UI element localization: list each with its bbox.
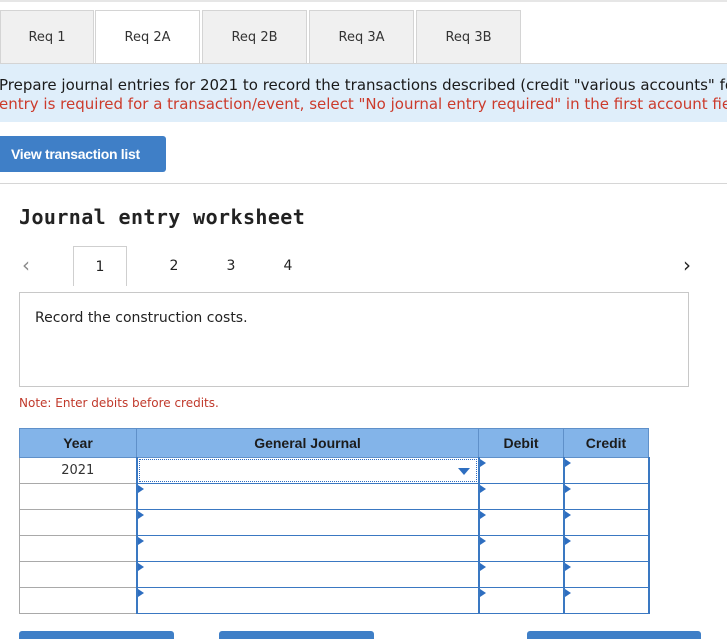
step-4[interactable]: 4: [276, 246, 300, 286]
credit-input[interactable]: [562, 535, 650, 562]
tab-label: Req 1: [28, 30, 66, 45]
tab-label: Req 2B: [231, 30, 278, 45]
table-row: [19, 509, 650, 536]
chevron-down-icon[interactable]: [457, 468, 470, 475]
table-row: [19, 587, 650, 614]
account-select[interactable]: [135, 587, 480, 614]
bottom-button-3[interactable]: [527, 631, 701, 639]
tab-req-1[interactable]: Req 1: [0, 10, 94, 64]
cell-marker-icon: [479, 537, 486, 545]
year-cell[interactable]: [19, 587, 137, 614]
tab-req-3b[interactable]: Req 3B: [416, 10, 521, 64]
cell-marker-icon: [479, 589, 486, 597]
cell-marker-icon: [137, 511, 144, 519]
debit-credit-note: Note: Enter debits before credits.: [19, 396, 219, 410]
account-select[interactable]: [135, 457, 480, 484]
tab-label: Req 3A: [338, 30, 385, 45]
account-select[interactable]: [135, 483, 480, 510]
debit-input[interactable]: [477, 509, 565, 536]
general-journal-header: General Journal: [136, 428, 479, 458]
account-select[interactable]: [135, 509, 480, 536]
cell-marker-icon: [479, 563, 486, 571]
cell-marker-icon: [479, 459, 486, 467]
tab-label: Req 2A: [124, 30, 171, 45]
instruction-line-2: entry is required for a transaction/even…: [0, 95, 727, 113]
credit-input[interactable]: [562, 587, 650, 614]
cell-marker-icon: [479, 485, 486, 493]
year-cell[interactable]: [19, 561, 137, 588]
debit-header: Debit: [478, 428, 564, 458]
instruction-banner: Prepare journal entries for 2021 to reco…: [0, 64, 727, 122]
top-rule: [0, 0, 727, 2]
tab-req-3a[interactable]: Req 3A: [309, 10, 414, 64]
tab-req-2a[interactable]: Req 2A: [95, 10, 200, 64]
cell-marker-icon: [564, 459, 571, 467]
credit-header: Credit: [563, 428, 649, 458]
cell-marker-icon: [564, 511, 571, 519]
chevron-left-icon[interactable]: ‹: [22, 253, 30, 277]
cell-marker-icon: [564, 485, 571, 493]
account-dropdown[interactable]: [138, 459, 477, 482]
year-cell[interactable]: [19, 535, 137, 562]
worksheet-title: Journal entry worksheet: [19, 205, 306, 229]
account-select[interactable]: [135, 561, 480, 588]
transaction-description-box: Record the construction costs.: [19, 292, 689, 387]
cell-marker-icon: [137, 485, 144, 493]
cell-marker-icon: [479, 511, 486, 519]
table-row: [19, 535, 650, 562]
debit-input[interactable]: [477, 535, 565, 562]
view-transaction-list-button[interactable]: View transaction list: [0, 136, 166, 172]
cell-marker-icon: [564, 537, 571, 545]
step-1[interactable]: 1: [73, 246, 127, 286]
year-header: Year: [19, 428, 137, 458]
year-cell[interactable]: [19, 509, 137, 536]
step-3[interactable]: 3: [219, 246, 243, 286]
tab-label: Req 3B: [445, 30, 492, 45]
credit-input[interactable]: [562, 509, 650, 536]
credit-input[interactable]: [562, 483, 650, 510]
year-cell[interactable]: [19, 483, 137, 510]
account-select[interactable]: [135, 535, 480, 562]
requirement-tabs: Req 1 Req 2A Req 2B Req 3A Req 3B: [0, 10, 727, 64]
section-divider: [0, 183, 727, 184]
bottom-button-2[interactable]: [219, 631, 374, 639]
table-row: [19, 483, 650, 510]
cell-marker-icon: [137, 537, 144, 545]
table-row: [19, 561, 650, 588]
credit-input[interactable]: [562, 561, 650, 588]
year-cell[interactable]: 2021: [19, 457, 137, 484]
cell-marker-icon: [564, 563, 571, 571]
instruction-line-1: Prepare journal entries for 2021 to reco…: [0, 76, 727, 94]
debit-input[interactable]: [477, 483, 565, 510]
cell-marker-icon: [137, 589, 144, 597]
debit-input[interactable]: [477, 457, 565, 484]
chevron-right-icon[interactable]: ›: [683, 253, 691, 277]
table-row: 2021: [19, 457, 650, 484]
table-header-row: Year General Journal Debit Credit: [19, 428, 649, 458]
step-2[interactable]: 2: [162, 246, 186, 286]
debit-input[interactable]: [477, 587, 565, 614]
journal-entry-table: Year General Journal Debit Credit 2021: [19, 428, 650, 614]
bottom-button-1[interactable]: [19, 631, 174, 639]
tab-req-2b[interactable]: Req 2B: [202, 10, 307, 64]
cell-marker-icon: [137, 563, 144, 571]
cell-marker-icon: [564, 589, 571, 597]
credit-input[interactable]: [562, 457, 650, 484]
debit-input[interactable]: [477, 561, 565, 588]
transaction-description: Record the construction costs.: [35, 310, 248, 326]
